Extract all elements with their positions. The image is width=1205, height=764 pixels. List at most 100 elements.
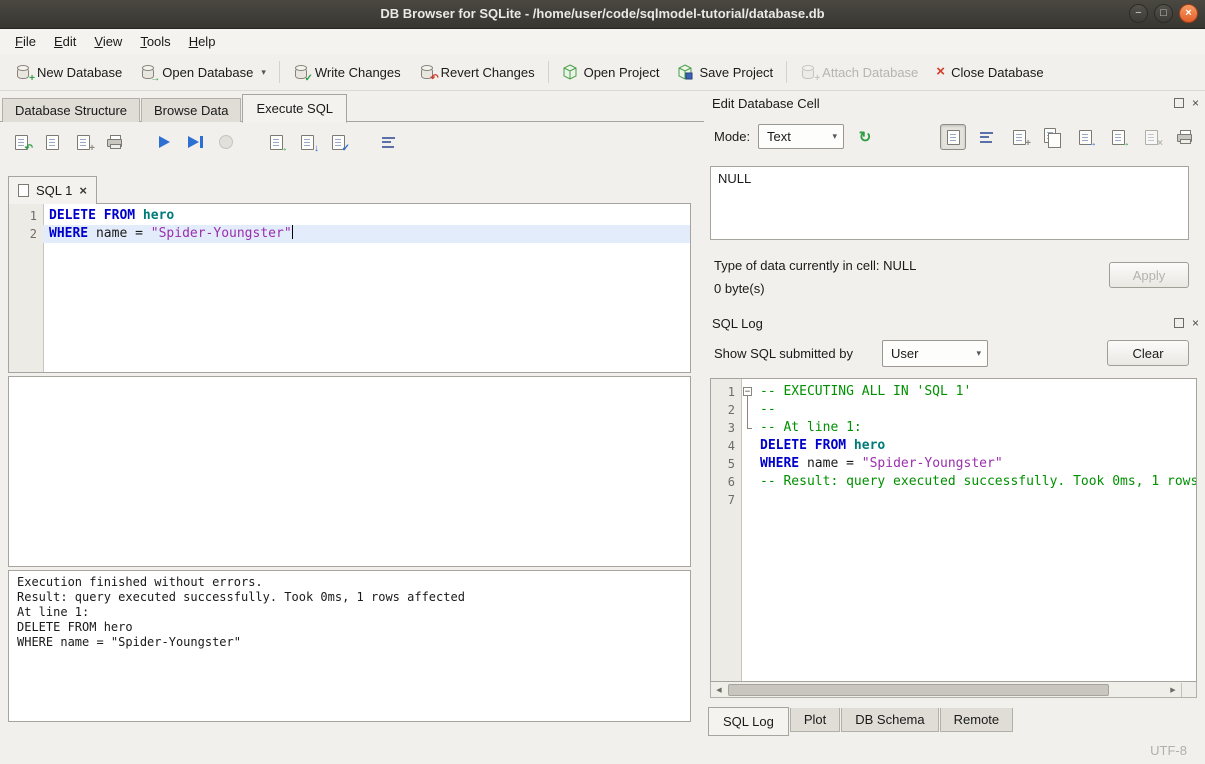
save-project-button[interactable]: Save Project [668, 60, 782, 84]
copy-icon [1044, 129, 1060, 145]
results-grid[interactable] [8, 376, 691, 567]
combo-arrow-icon: ▾ [832, 131, 837, 142]
auto-detect-mode-button[interactable]: ↻ [852, 124, 878, 150]
revert-changes-icon: ↶ [419, 64, 435, 80]
scrollbar-thumb[interactable] [728, 684, 1109, 696]
log-filter-combobox[interactable]: User ▾ [882, 340, 988, 367]
tab-database-structure[interactable]: Database Structure [2, 98, 140, 122]
sql-tab-close-icon[interactable]: × [79, 183, 87, 198]
statusbar: UTF-8 [0, 738, 1205, 764]
sql-log-dock-title: SQL Log [712, 316, 763, 331]
fold-marker[interactable]: − [741, 383, 754, 401]
encoding-indicator[interactable]: UTF-8 [1150, 743, 1187, 758]
save-results-button[interactable]: ↓ [294, 129, 320, 155]
sql-editor-tab[interactable]: SQL 1 × [8, 176, 97, 204]
sql-editor[interactable]: 1 DELETE FROM hero 2 WHERE name = "Spide… [8, 203, 691, 373]
log-text: -- At line 1: [754, 419, 1196, 437]
close-database-icon: × [936, 65, 945, 79]
mode-combobox[interactable]: Text ▾ [758, 124, 844, 149]
write-changes-icon: ✓ [293, 64, 309, 80]
titlebar[interactable]: DB Browser for SQLite - /home/user/code/… [0, 0, 1205, 29]
log-text: -- [754, 401, 1196, 419]
tab-remote[interactable]: Remote [940, 708, 1014, 732]
import-cell-button[interactable]: → [1072, 124, 1098, 150]
save-sql-file-button[interactable] [39, 129, 65, 155]
log-horizontal-scrollbar[interactable]: ◀ ▶ [710, 682, 1197, 698]
export-results-button[interactable]: → [263, 129, 289, 155]
tab-sql-log[interactable]: SQL Log [708, 707, 789, 736]
write-changes-button[interactable]: ✓ Write Changes [284, 60, 410, 84]
combo-arrow-icon: ▾ [976, 348, 981, 359]
editor-line: 2 WHERE name = "Spider-Youngster" [9, 225, 690, 243]
open-in-editor-button[interactable]: + [1006, 124, 1032, 150]
text-view-icon [945, 129, 961, 145]
execute-all-icon [159, 136, 170, 148]
tab-browse-data[interactable]: Browse Data [141, 98, 241, 122]
sql-tab-label: SQL 1 [36, 183, 72, 198]
menu-file[interactable]: File [6, 31, 45, 52]
tab-db-schema[interactable]: DB Schema [841, 708, 938, 732]
print-cell-button[interactable] [1171, 124, 1197, 150]
export-results-icon: → [268, 134, 284, 150]
execute-current-line-button[interactable] [182, 129, 208, 155]
print-sql-button[interactable] [101, 129, 127, 155]
execute-all-button[interactable] [151, 129, 177, 155]
tab-plot[interactable]: Plot [790, 708, 840, 732]
set-null-button: × [1138, 124, 1164, 150]
mode-label: Mode: [714, 124, 750, 150]
log-line: 5 WHERE name = "Spider-Youngster" [711, 455, 1196, 473]
menu-edit[interactable]: Edit [45, 31, 85, 52]
copy-cell-button[interactable] [1039, 124, 1065, 150]
toolbar-separator [786, 61, 787, 83]
import-file-icon: → [1077, 129, 1093, 145]
clear-log-button[interactable]: Clear [1107, 340, 1189, 366]
code-line-current: WHERE name = "Spider-Youngster" [43, 225, 690, 243]
new-database-icon: + [15, 64, 31, 80]
log-text: -- EXECUTING ALL IN 'SQL 1' [754, 383, 1196, 401]
menu-tools[interactable]: Tools [131, 31, 179, 52]
text-view-button[interactable] [940, 124, 966, 150]
main-tab-widget: Database Structure Browse Data Execute S… [0, 94, 704, 722]
dock-float-icon[interactable] [1174, 98, 1184, 108]
new-database-button[interactable]: + New Database [6, 60, 131, 84]
close-icon[interactable]: × [1179, 4, 1198, 23]
edit-cell-dock-controls: × [1174, 98, 1199, 108]
log-text: WHERE name = "Spider-Youngster" [754, 455, 1196, 473]
line-number: 2 [9, 225, 43, 243]
scroll-left-icon[interactable]: ◀ [711, 683, 727, 697]
open-project-button[interactable]: Open Project [553, 60, 669, 84]
open-sql-file-button[interactable]: ↶ [8, 129, 34, 155]
cell-value: NULL [711, 167, 1188, 190]
menubar: File Edit View Tools Help [0, 29, 1205, 54]
log-line: 4 DELETE FROM hero [711, 437, 1196, 455]
format-icon [382, 137, 395, 148]
open-database-button[interactable]: → Open Database ▾ [131, 60, 275, 84]
menu-help[interactable]: Help [180, 31, 225, 52]
dock-float-icon[interactable] [1174, 318, 1184, 328]
find-replace-button[interactable]: ✓ [325, 129, 351, 155]
save-sql-as-button[interactable]: + [70, 129, 96, 155]
sql-log-view[interactable]: 1 − -- EXECUTING ALL IN 'SQL 1' 2 -- 3 -… [710, 378, 1197, 682]
save-sql-as-icon: + [75, 134, 91, 150]
cell-size-info: 0 byte(s) [714, 281, 765, 296]
cell-content-editor[interactable]: NULL [710, 166, 1189, 240]
dock-close-icon[interactable]: × [1192, 318, 1199, 328]
edit-cell-dock-title: Edit Database Cell [712, 96, 820, 111]
revert-changes-button[interactable]: ↶ Revert Changes [410, 60, 544, 84]
save-project-icon [677, 64, 693, 80]
editor-lines: 1 DELETE FROM hero 2 WHERE name = "Spide… [9, 207, 690, 243]
export-cell-button[interactable]: → [1105, 124, 1131, 150]
tab-execute-sql[interactable]: Execute SQL [242, 94, 347, 123]
maximize-icon[interactable]: □ [1154, 4, 1173, 23]
scroll-right-icon[interactable]: ▶ [1165, 683, 1181, 697]
window-controls: − □ × [1129, 4, 1198, 23]
menu-view[interactable]: View [85, 31, 131, 52]
log-line: 6 -- Result: query executed successfully… [711, 473, 1196, 491]
open-database-dropdown-icon[interactable]: ▾ [261, 67, 266, 80]
word-wrap-button[interactable] [973, 124, 999, 150]
format-sql-button[interactable] [375, 129, 401, 155]
execute-line-icon [188, 136, 199, 148]
minimize-icon[interactable]: − [1129, 4, 1148, 23]
dock-close-icon[interactable]: × [1192, 98, 1199, 108]
close-database-button[interactable]: × Close Database [927, 61, 1052, 84]
